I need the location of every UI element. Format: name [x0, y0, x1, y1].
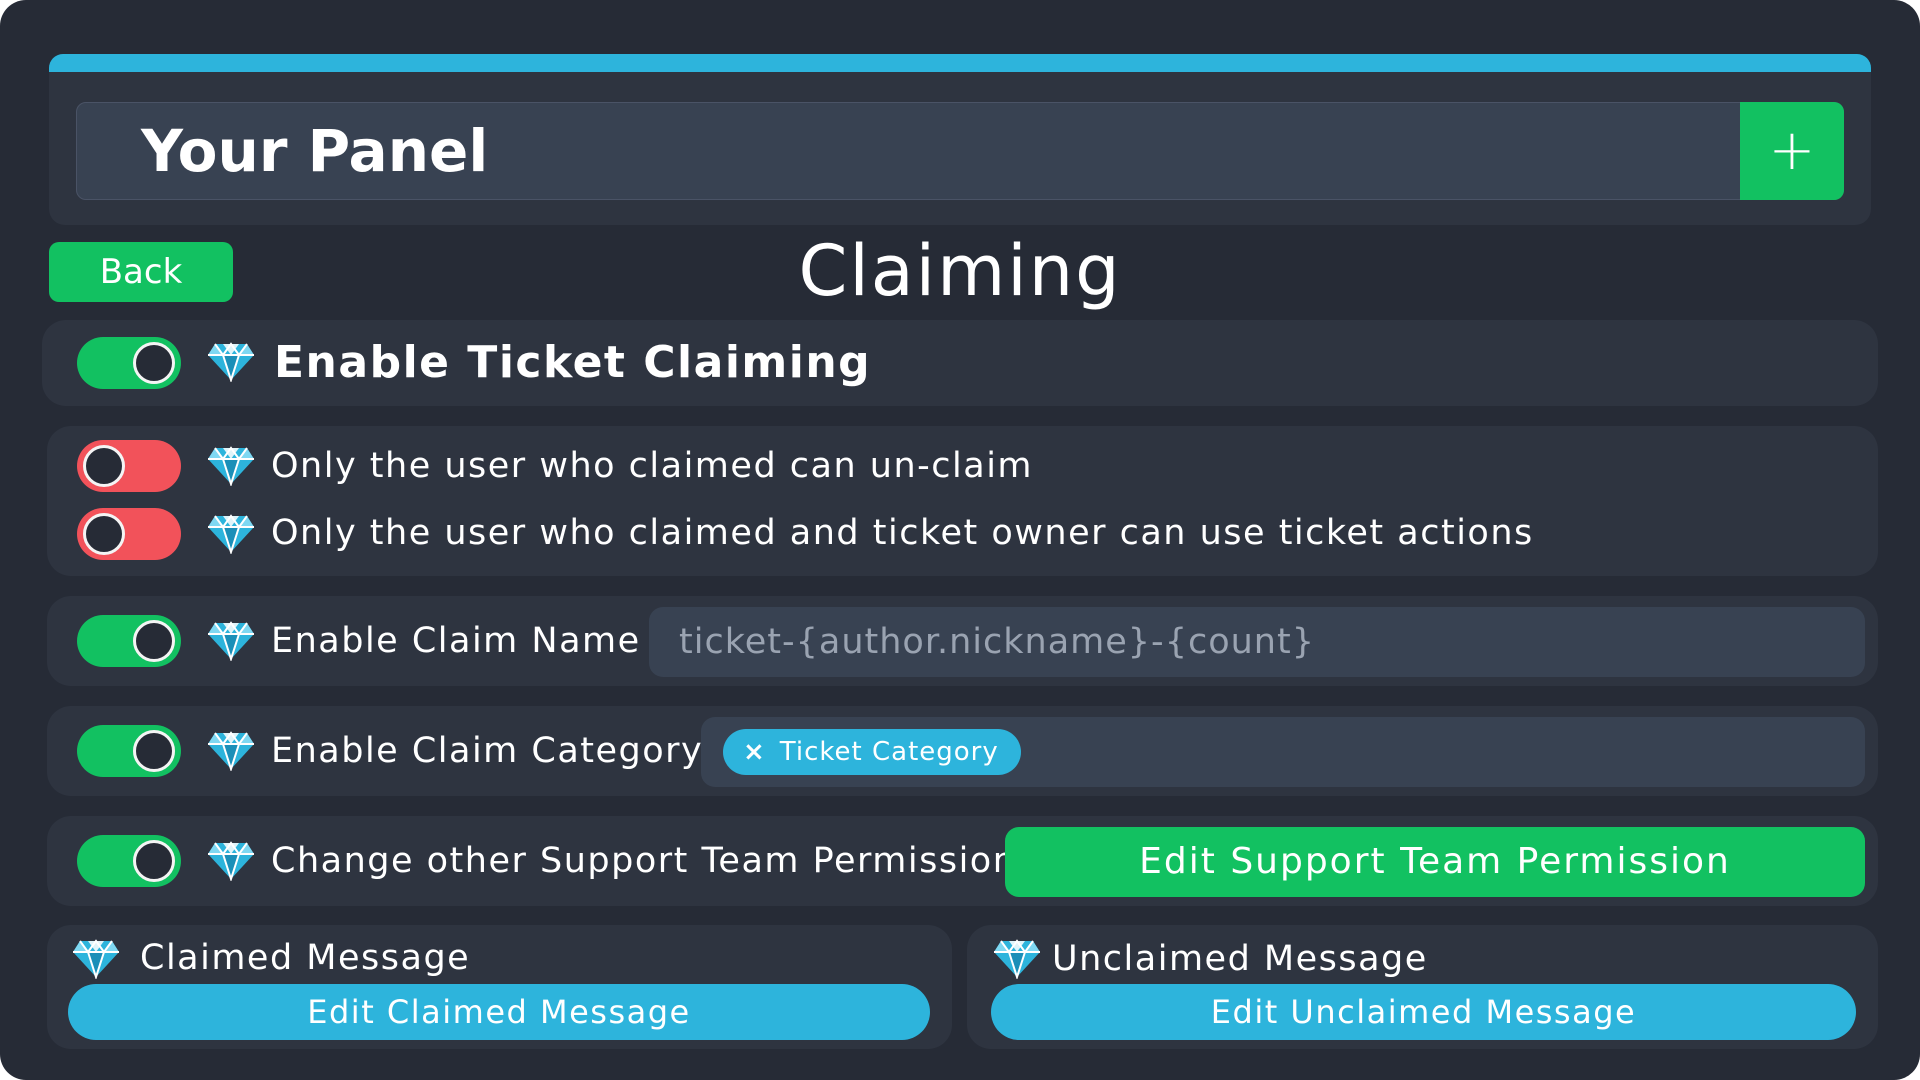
claim-category-row: Enable Claim Category × Ticket Category [47, 706, 1878, 796]
gem-icon [993, 939, 1041, 979]
edit-support-team-permission-button[interactable]: Edit Support Team Permission [1005, 827, 1865, 897]
only-claimer-owner-actions-toggle[interactable] [77, 508, 181, 560]
claim-name-label: Enable Claim Name [271, 621, 641, 661]
gem-icon [207, 621, 255, 661]
claim-name-toggle[interactable] [77, 615, 181, 667]
toggle-knob [83, 445, 125, 487]
only-claimer-unclaim-toggle[interactable] [77, 440, 181, 492]
add-button[interactable]: + [1740, 102, 1844, 200]
gem-icon [207, 514, 255, 554]
header-accent-bar [49, 54, 1871, 72]
gem-icon [207, 731, 255, 771]
claim-category-toggle[interactable] [77, 725, 181, 777]
edit-claimed-message-button[interactable]: Edit Claimed Message [68, 984, 930, 1040]
app-window: Your Panel + Back Claiming Enable Ticket… [0, 0, 1920, 1080]
claim-category-select[interactable]: × Ticket Category [701, 717, 1865, 787]
page-title: Claiming [798, 230, 1122, 312]
toggle-knob [83, 513, 125, 555]
enable-claiming-row: Enable Ticket Claiming [42, 320, 1878, 406]
toggle-knob [133, 840, 175, 882]
edit-unclaimed-message-button[interactable]: Edit Unclaimed Message [991, 984, 1856, 1040]
enable-claiming-toggle[interactable] [77, 337, 181, 389]
support-team-toggle[interactable] [77, 835, 181, 887]
selected-category-label: Ticket Category [779, 737, 999, 767]
panel-name-field[interactable]: Your Panel [76, 102, 1844, 200]
enable-claiming-label: Enable Ticket Claiming [274, 337, 872, 388]
claimer-restrictions-card: Only the user who claimed can un-claim O… [47, 426, 1878, 576]
panel-name-text: Your Panel [141, 117, 489, 185]
gem-icon [207, 446, 255, 486]
claimed-message-label: Claimed Message [140, 938, 471, 978]
unclaimed-message-label: Unclaimed Message [1052, 939, 1428, 979]
only-claimer-unclaim-label: Only the user who claimed can un-claim [271, 446, 1034, 486]
claim-category-label: Enable Claim Category [271, 731, 704, 771]
back-button[interactable]: Back [49, 242, 233, 302]
toggle-knob [133, 730, 175, 772]
unclaimed-message-card: Unclaimed Message Edit Unclaimed Message [967, 925, 1878, 1049]
toggle-knob [133, 620, 175, 662]
toggle-knob [133, 342, 175, 384]
support-team-label: Change other Support Team Permission [271, 841, 1017, 881]
selected-category-chip[interactable]: × Ticket Category [723, 729, 1021, 775]
remove-chip-icon[interactable]: × [743, 737, 766, 767]
claim-name-row: Enable Claim Name ticket-{author.nicknam… [47, 596, 1878, 686]
only-claimer-owner-actions-label: Only the user who claimed and ticket own… [271, 513, 1534, 553]
claim-name-input[interactable]: ticket-{author.nickname}-{count} [649, 607, 1865, 677]
support-team-row: Change other Support Team Permission Edi… [47, 816, 1878, 906]
plus-icon: + [1768, 118, 1816, 183]
gem-icon [72, 939, 120, 979]
gem-icon [207, 342, 255, 382]
gem-icon [207, 841, 255, 881]
claimed-message-card: Claimed Message Edit Claimed Message [47, 925, 952, 1049]
